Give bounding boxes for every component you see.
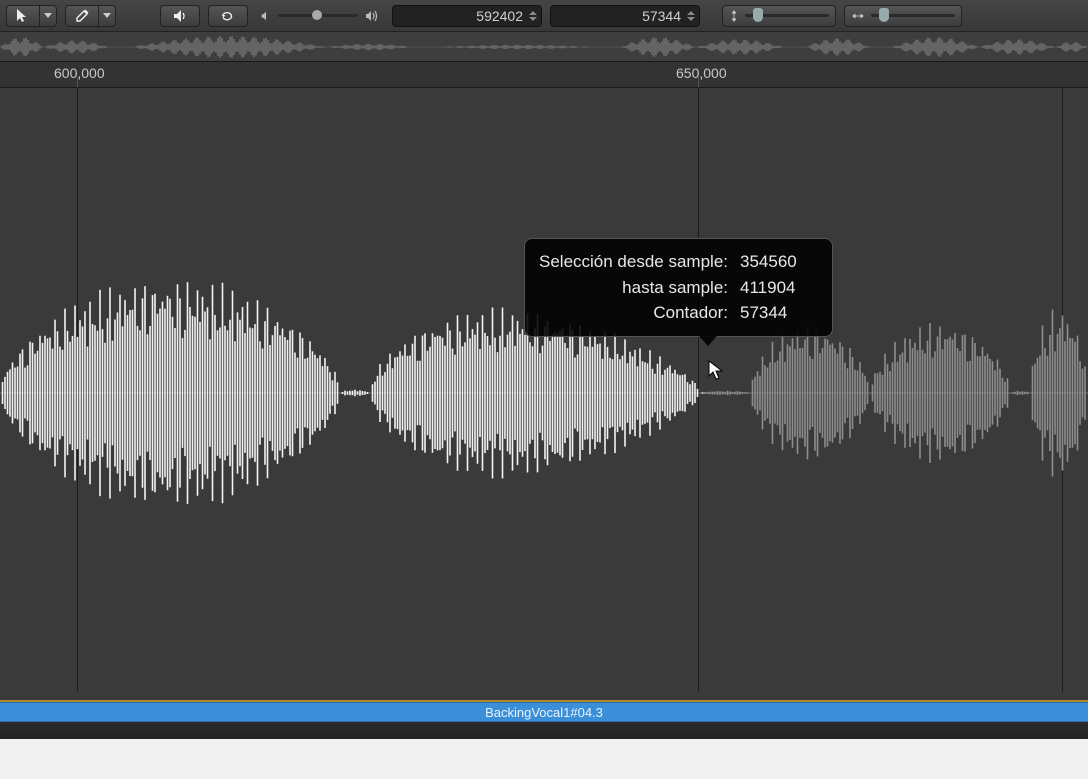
selection-tooltip: Selección desde sample: 354560 hasta sam… <box>524 238 833 337</box>
timeline-ruler[interactable]: 600,000 650,000 <box>0 62 1088 88</box>
stepper-down-icon[interactable] <box>687 17 695 21</box>
pencil-tool-menu[interactable] <box>98 5 116 27</box>
pointer-tool-menu[interactable] <box>39 5 57 27</box>
waveform-editor[interactable]: Selección desde sample: 354560 hasta sam… <box>0 88 1088 692</box>
volume-thumb[interactable] <box>312 10 322 20</box>
ruler-label: 600,000 <box>54 65 105 81</box>
cycle-button[interactable] <box>208 5 248 27</box>
tooltip-label: hasta sample: <box>539 275 728 301</box>
region-bar[interactable]: BackingVocal1#04.3 <box>0 700 1088 722</box>
volume-track[interactable] <box>278 14 358 17</box>
ruler-label: 650,000 <box>676 65 727 81</box>
overview-waveform[interactable] <box>0 32 1088 62</box>
region-name: BackingVocal1#04.3 <box>485 705 603 720</box>
tooltip-row: Contador: 57344 <box>539 300 818 326</box>
region-name-bar[interactable]: BackingVocal1#04.3 <box>0 702 1088 722</box>
overview-svg <box>0 32 1088 62</box>
tooltip-value: 57344 <box>740 300 818 326</box>
ruler-tick <box>698 77 699 87</box>
volume-low-icon <box>260 10 272 22</box>
length-value: 57344 <box>642 8 681 24</box>
tooltip-row: Selección desde sample: 354560 <box>539 249 818 275</box>
pencil-icon <box>74 8 90 24</box>
horizontal-zoom-icon <box>851 11 865 21</box>
chevron-down-icon <box>44 13 52 18</box>
position-display[interactable]: 592402 <box>392 5 542 27</box>
chevron-down-icon <box>103 13 111 18</box>
speaker-icon <box>172 8 188 24</box>
vzoom-thumb[interactable] <box>753 8 763 22</box>
pointer-icon <box>15 8 31 24</box>
pointer-tool-group <box>6 5 57 27</box>
vertical-zoom-control[interactable] <box>722 5 836 27</box>
stepper-up-icon[interactable] <box>529 11 537 15</box>
length-display[interactable]: 57344 <box>550 5 700 27</box>
pencil-tool-button[interactable] <box>65 5 98 27</box>
hzoom-track[interactable] <box>871 14 955 17</box>
ruler-tick <box>77 77 78 87</box>
tooltip-label: Selección desde sample: <box>539 249 728 275</box>
tooltip-value: 411904 <box>740 275 818 301</box>
cycle-icon <box>220 8 236 24</box>
hzoom-thumb[interactable] <box>879 8 889 22</box>
stepper-down-icon[interactable] <box>529 17 537 21</box>
pointer-tool-button[interactable] <box>6 5 39 27</box>
volume-high-icon <box>364 8 380 24</box>
volume-slider[interactable] <box>256 8 384 24</box>
tooltip-row: hasta sample: 411904 <box>539 275 818 301</box>
tooltip-value: 354560 <box>740 249 818 275</box>
toolbar: 592402 57344 <box>0 0 1088 32</box>
position-value: 592402 <box>476 8 523 24</box>
tooltip-label: Contador: <box>539 300 728 326</box>
pencil-tool-group <box>65 5 116 27</box>
preview-audio-button[interactable] <box>160 5 200 27</box>
bottom-strip <box>0 722 1088 739</box>
vzoom-track[interactable] <box>745 14 829 17</box>
page-margin <box>0 739 1088 779</box>
stepper-up-icon[interactable] <box>687 11 695 15</box>
vertical-zoom-icon <box>729 8 739 24</box>
horizontal-zoom-control[interactable] <box>844 5 962 27</box>
